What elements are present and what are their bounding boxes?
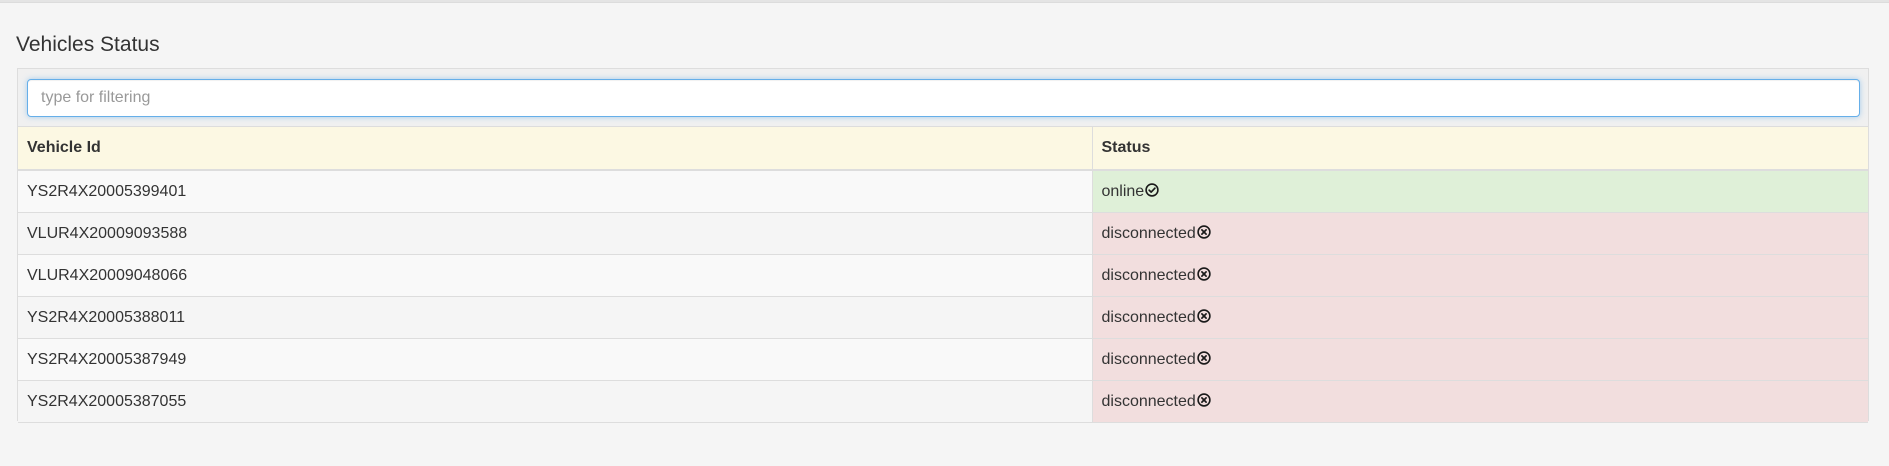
status-cell: disconnected <box>1092 338 1868 381</box>
vehicle-id-cell: YS2R4X20005387055 <box>18 380 1093 423</box>
table-row[interactable]: VLUR4X20009093588 disconnected <box>18 212 1868 255</box>
page-title: Vehicles Status <box>16 33 160 56</box>
status-cell: disconnected <box>1092 296 1868 339</box>
x-circle-icon <box>1196 350 1211 368</box>
x-circle-icon <box>1196 308 1211 326</box>
table-row[interactable]: YS2R4X20005387055 disconnected <box>18 380 1868 423</box>
x-circle-icon <box>1196 224 1211 242</box>
x-circle-icon <box>1196 266 1211 284</box>
status-label: disconnected <box>1101 308 1196 326</box>
status-cell: disconnected <box>1092 212 1868 255</box>
vehicle-id-cell: YS2R4X20005388011 <box>18 296 1093 339</box>
status-label: disconnected <box>1101 350 1196 368</box>
status-label: disconnected <box>1101 224 1196 242</box>
status-cell: disconnected <box>1092 380 1868 423</box>
table-row[interactable]: YS2R4X20005399401 online <box>18 170 1868 213</box>
status-label: disconnected <box>1101 392 1196 410</box>
top-divider <box>0 0 1889 3</box>
x-circle-icon <box>1196 392 1211 410</box>
status-cell: online <box>1092 170 1868 213</box>
status-label: online <box>1101 182 1145 200</box>
vehicle-id-cell: VLUR4X20009048066 <box>18 254 1093 297</box>
table-row[interactable]: VLUR4X20009048066 disconnected <box>18 254 1868 297</box>
column-header-vehicle-id[interactable]: Vehicle Id <box>18 127 1093 171</box>
vehicle-id-cell: YS2R4X20005387949 <box>18 338 1093 381</box>
column-header-status[interactable]: Status <box>1092 127 1868 171</box>
filter-bar <box>18 69 1868 127</box>
vehicle-id-cell: VLUR4X20009093588 <box>18 212 1093 255</box>
filter-input[interactable] <box>27 79 1860 117</box>
table-header-row: Vehicle Id Status <box>18 127 1868 171</box>
table-row[interactable]: YS2R4X20005388011 disconnected <box>18 296 1868 339</box>
page: Vehicles Status Vehicle Id Status YS2R4X… <box>0 0 1889 466</box>
vehicles-table: Vehicle Id Status YS2R4X20005399401 onlin… <box>18 127 1868 423</box>
check-circle-icon <box>1144 182 1159 200</box>
status-label: disconnected <box>1101 266 1196 284</box>
vehicle-id-cell: YS2R4X20005399401 <box>18 170 1093 213</box>
vehicles-status-panel: Vehicle Id Status YS2R4X20005399401 onlin… <box>17 68 1869 423</box>
table-row[interactable]: YS2R4X20005387949 disconnected <box>18 338 1868 381</box>
status-cell: disconnected <box>1092 254 1868 297</box>
